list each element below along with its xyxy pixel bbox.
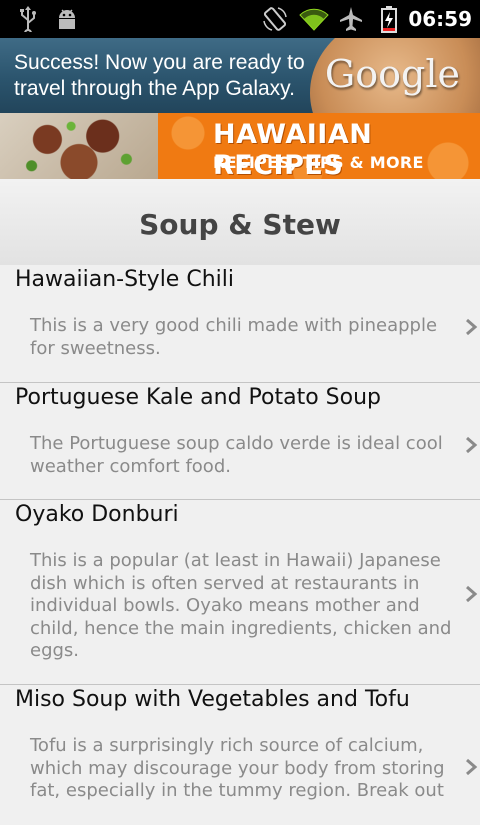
recipe-title: Oyako Donburi xyxy=(15,502,179,527)
food-photo xyxy=(0,113,158,179)
rotation-icon xyxy=(258,0,292,38)
chevron-right-icon xyxy=(464,317,480,337)
category-header: Soup & Stew xyxy=(0,179,480,266)
clock: 06:59 xyxy=(408,7,472,31)
app-header-banner: HAWAIIAN RECIPES RECIPES, TIPS & MORE xyxy=(0,113,480,179)
recipe-description: This is a popular (at least in Hawaii) J… xyxy=(30,550,452,661)
google-logo: Google xyxy=(324,52,460,96)
recipe-title: Miso Soup with Vegetables and Tofu xyxy=(15,687,410,712)
list-item[interactable]: Hawaiian-Style Chili This is a very good… xyxy=(0,265,480,383)
chevron-right-icon xyxy=(464,435,480,455)
recipe-description: Tofu is a surprisingly rich source of ca… xyxy=(30,735,445,801)
list-item[interactable]: Miso Soup with Vegetables and Tofu Tofu … xyxy=(0,685,480,825)
recipe-description: This is a very good chili made with pine… xyxy=(30,315,438,359)
app-subtitle: RECIPES, TIPS & MORE xyxy=(213,153,424,172)
ad-banner[interactable]: Success! Now you are ready to travel thr… xyxy=(0,38,480,113)
category-title: Soup & Stew xyxy=(139,208,341,241)
recipe-title: Portuguese Kale and Potato Soup xyxy=(15,385,381,410)
recipe-description: The Portuguese soup caldo verde is ideal… xyxy=(30,433,443,477)
usb-icon xyxy=(14,0,42,38)
list-item[interactable]: Oyako Donburi This is a popular (at leas… xyxy=(0,500,480,685)
status-bar: 06:59 xyxy=(0,0,480,38)
battery-charging-icon xyxy=(376,0,402,38)
list-item[interactable]: Portuguese Kale and Potato Soup The Port… xyxy=(0,383,480,500)
ad-text: Success! Now you are ready to travel thr… xyxy=(14,51,305,100)
recipe-title: Hawaiian-Style Chili xyxy=(15,267,234,292)
wifi-icon xyxy=(296,0,332,38)
android-debug-icon xyxy=(52,0,82,38)
chevron-right-icon xyxy=(464,757,480,777)
airplane-icon xyxy=(336,0,366,38)
recipe-list: Hawaiian-Style Chili This is a very good… xyxy=(0,265,480,825)
chevron-right-icon xyxy=(464,584,480,604)
